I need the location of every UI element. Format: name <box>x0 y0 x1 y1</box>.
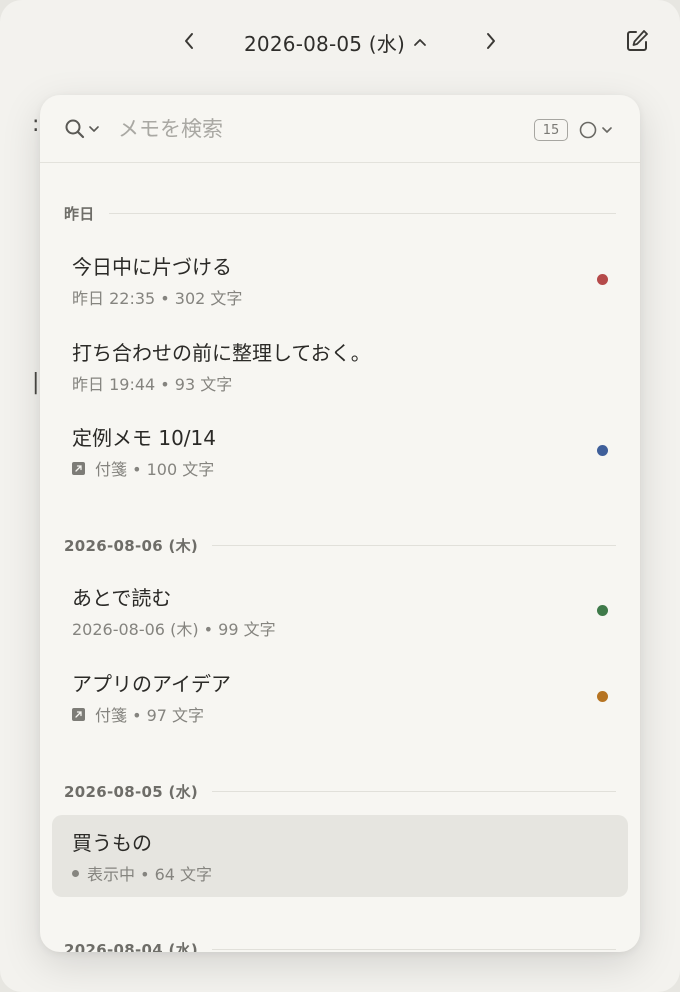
memo-meta: 付箋 • 100 文字 <box>72 456 214 480</box>
section-label: 2026-08-05 (水) <box>64 782 199 801</box>
memo-count-badge: 15 <box>534 119 568 141</box>
memo-title: アプリのアイデア <box>72 672 231 696</box>
memo-item[interactable]: アプリのアイデア 付箋 • 97 文字 <box>52 656 628 738</box>
chevron-up-icon <box>414 39 426 46</box>
section-divider <box>212 948 616 950</box>
memo-item[interactable]: 今日中に片づける 昨日 22:35 • 302 文字 <box>52 239 628 321</box>
new-memo-button[interactable] <box>622 26 652 56</box>
filter-button[interactable] <box>578 119 613 141</box>
chevron-down-icon <box>602 127 612 133</box>
previous-day-button[interactable] <box>174 26 204 56</box>
memo-item-selected[interactable]: 買うもの 表示中 • 64 文字 <box>52 815 628 897</box>
section-divider <box>212 544 616 546</box>
memo-title: 買うもの <box>72 831 152 855</box>
memo-meta-text: 表示中 • 64 文字 <box>87 865 213 884</box>
background-content: | <box>32 370 40 395</box>
memo-meta: 表示中 • 64 文字 <box>72 861 212 885</box>
memo-meta-text: 付箋 • 100 文字 <box>95 460 215 479</box>
memo-item[interactable]: あとで読む 2026-08-06 (木) • 99 文字 <box>52 570 628 652</box>
memo-title: 今日中に片づける <box>72 255 232 279</box>
memo-meta: 2026-08-06 (木) • 99 文字 <box>72 616 276 640</box>
memo-title: 打ち合わせの前に整理しておく。 <box>72 341 371 365</box>
memo-list-popover: 15 昨日 今日中に片づける 昨日 22:35 • 302 文字 打ち合 <box>40 95 640 952</box>
chevron-down-icon <box>89 126 99 132</box>
date-title-button[interactable]: 2026-08-05 (水) <box>244 27 427 57</box>
section-divider <box>212 790 616 792</box>
section-header: 2026-08-06 (木) <box>64 535 616 555</box>
circle-icon <box>579 121 597 139</box>
background-content: : <box>32 112 40 137</box>
memo-meta: 付箋 • 97 文字 <box>72 702 204 726</box>
search-bar: 15 <box>40 95 640 163</box>
sticky-note-icon <box>72 461 85 475</box>
app-window: : | 2026-08-05 (水) メモを検索 15 昨日 今日中に片づける … <box>0 0 680 992</box>
search-icon <box>65 119 85 139</box>
memo-item[interactable]: 打ち合わせの前に整理しておく。 昨日 19:44 • 93 文字 <box>52 325 628 407</box>
memo-meta-text: 昨日 22:35 • 302 文字 <box>72 289 243 308</box>
chevron-right-icon <box>487 33 495 49</box>
color-tag-dot <box>597 605 608 616</box>
chevron-left-icon <box>185 33 193 49</box>
search-input[interactable] <box>118 113 448 145</box>
next-day-button[interactable] <box>476 26 506 56</box>
section-header: 2026-08-04 (水) <box>64 939 616 952</box>
section-label: 2026-08-04 (水) <box>64 940 199 953</box>
memo-meta: 昨日 19:44 • 93 文字 <box>72 371 232 395</box>
memo-title: あとで読む <box>72 586 172 610</box>
section-label: 2026-08-06 (木) <box>64 536 199 555</box>
color-tag-dot <box>597 691 608 702</box>
sticky-note-icon <box>72 707 85 721</box>
section-header: 2026-08-05 (水) <box>64 781 616 801</box>
color-tag-dot <box>597 274 608 285</box>
section-label: 昨日 <box>64 204 95 223</box>
memo-item[interactable]: 定例メモ 10/14 付箋 • 100 文字 <box>52 410 628 492</box>
search-scope-menu[interactable] <box>64 117 100 141</box>
section-header: 昨日 <box>64 203 616 223</box>
color-tag-dot <box>597 445 608 456</box>
memo-meta-text: 付箋 • 97 文字 <box>95 706 205 725</box>
memo-meta: 昨日 22:35 • 302 文字 <box>72 285 242 309</box>
section-divider <box>108 212 616 214</box>
memo-meta-text: 2026-08-06 (木) • 99 文字 <box>72 620 276 639</box>
top-bar: 2026-08-05 (水) <box>0 0 680 84</box>
memo-meta-text: 昨日 19:44 • 93 文字 <box>72 375 233 394</box>
memo-title: 定例メモ 10/14 <box>72 426 216 450</box>
date-title: 2026-08-05 (水) <box>244 31 405 56</box>
compose-icon <box>627 30 648 51</box>
showing-status-icon <box>72 869 79 877</box>
